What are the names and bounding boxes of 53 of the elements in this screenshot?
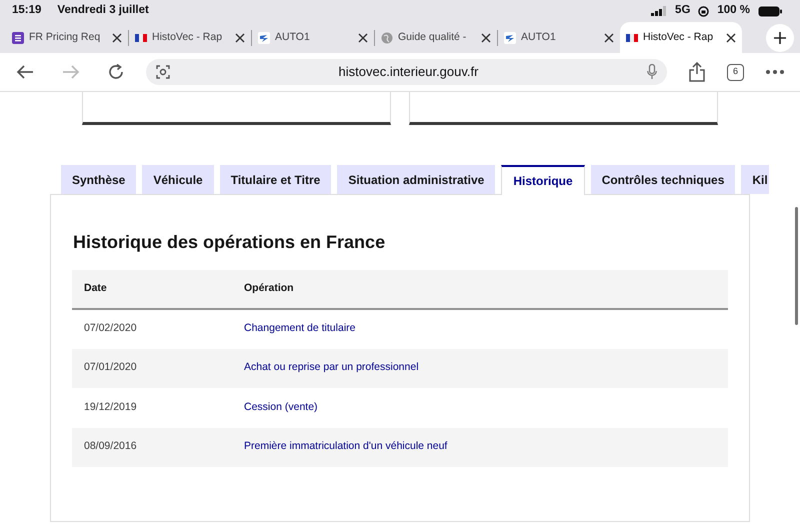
reload-icon[interactable]: [108, 64, 124, 80]
date-text: Vendredi 3 juillet: [57, 3, 149, 18]
address-field[interactable]: histovec.interieur.gouv.fr: [146, 59, 667, 85]
close-icon[interactable]: [604, 32, 614, 42]
back-icon[interactable]: [16, 64, 34, 79]
battery-icon: [758, 6, 782, 16]
close-icon[interactable]: [112, 32, 122, 42]
tab[interactable]: Historique: [501, 165, 585, 195]
section-heading: Historique des opérations en France: [73, 231, 386, 254]
column-header: Opération: [232, 270, 728, 309]
signal-icon: [651, 6, 668, 16]
tab[interactable]: Kil: [741, 165, 770, 194]
network-text: 5G: [675, 3, 690, 18]
form-icon: [12, 32, 24, 44]
microphone-icon[interactable]: [647, 64, 657, 80]
browser-tab[interactable]: HistoVec - Rap: [620, 22, 742, 53]
share-icon[interactable]: [689, 62, 705, 82]
scan-icon[interactable]: [156, 65, 170, 79]
browser-tab[interactable]: HistoVec - Rap: [129, 22, 251, 53]
more-icon[interactable]: [766, 70, 784, 74]
flag-icon: [135, 32, 147, 44]
tab[interactable]: Véhicule: [142, 165, 214, 194]
tab[interactable]: Titulaire et Titre: [220, 165, 332, 194]
close-icon[interactable]: [481, 32, 491, 42]
arrow-logo-icon: [258, 32, 270, 44]
table-cell: 19/12/2019: [72, 388, 232, 428]
operation-link[interactable]: Première immatriculation d'un véhicule neuf: [244, 440, 448, 452]
battery-text: 100 %: [717, 3, 750, 18]
operation-link[interactable]: Changement de titulaire: [244, 322, 356, 334]
table-cell: 07/01/2020: [72, 348, 232, 388]
close-icon[interactable]: [235, 32, 245, 42]
orientation-lock-icon: [698, 6, 710, 16]
tab[interactable]: Situation administrative: [337, 165, 496, 194]
plus-icon: [774, 32, 786, 44]
browser-tab[interactable]: Guide qualité -: [375, 22, 497, 53]
clock-text: 15:19: [12, 3, 42, 18]
operation-link[interactable]: Achat ou reprise par un professionnel: [244, 361, 419, 374]
browser-tab[interactable]: AUTO1: [498, 22, 620, 53]
globe-icon: [381, 32, 393, 44]
close-icon[interactable]: [358, 32, 368, 42]
browser-tab[interactable]: AUTO1: [252, 22, 374, 53]
close-icon[interactable]: [726, 32, 736, 42]
flag-icon: [626, 32, 638, 44]
arrow-logo-icon: [504, 32, 516, 44]
operation-link[interactable]: Cession (vente): [244, 400, 318, 413]
tab[interactable]: Synthèse: [61, 165, 136, 194]
table-cell: 07/02/2020: [72, 309, 232, 348]
browser-tab[interactable]: FR Pricing Req: [6, 22, 128, 53]
table-cell: 08/09/2016: [72, 428, 232, 467]
tab[interactable]: Contrôles techniques: [590, 165, 736, 194]
column-header: Date: [72, 270, 232, 309]
new-tab-button[interactable]: [766, 24, 794, 52]
tabs-button[interactable]: 6: [727, 64, 744, 80]
